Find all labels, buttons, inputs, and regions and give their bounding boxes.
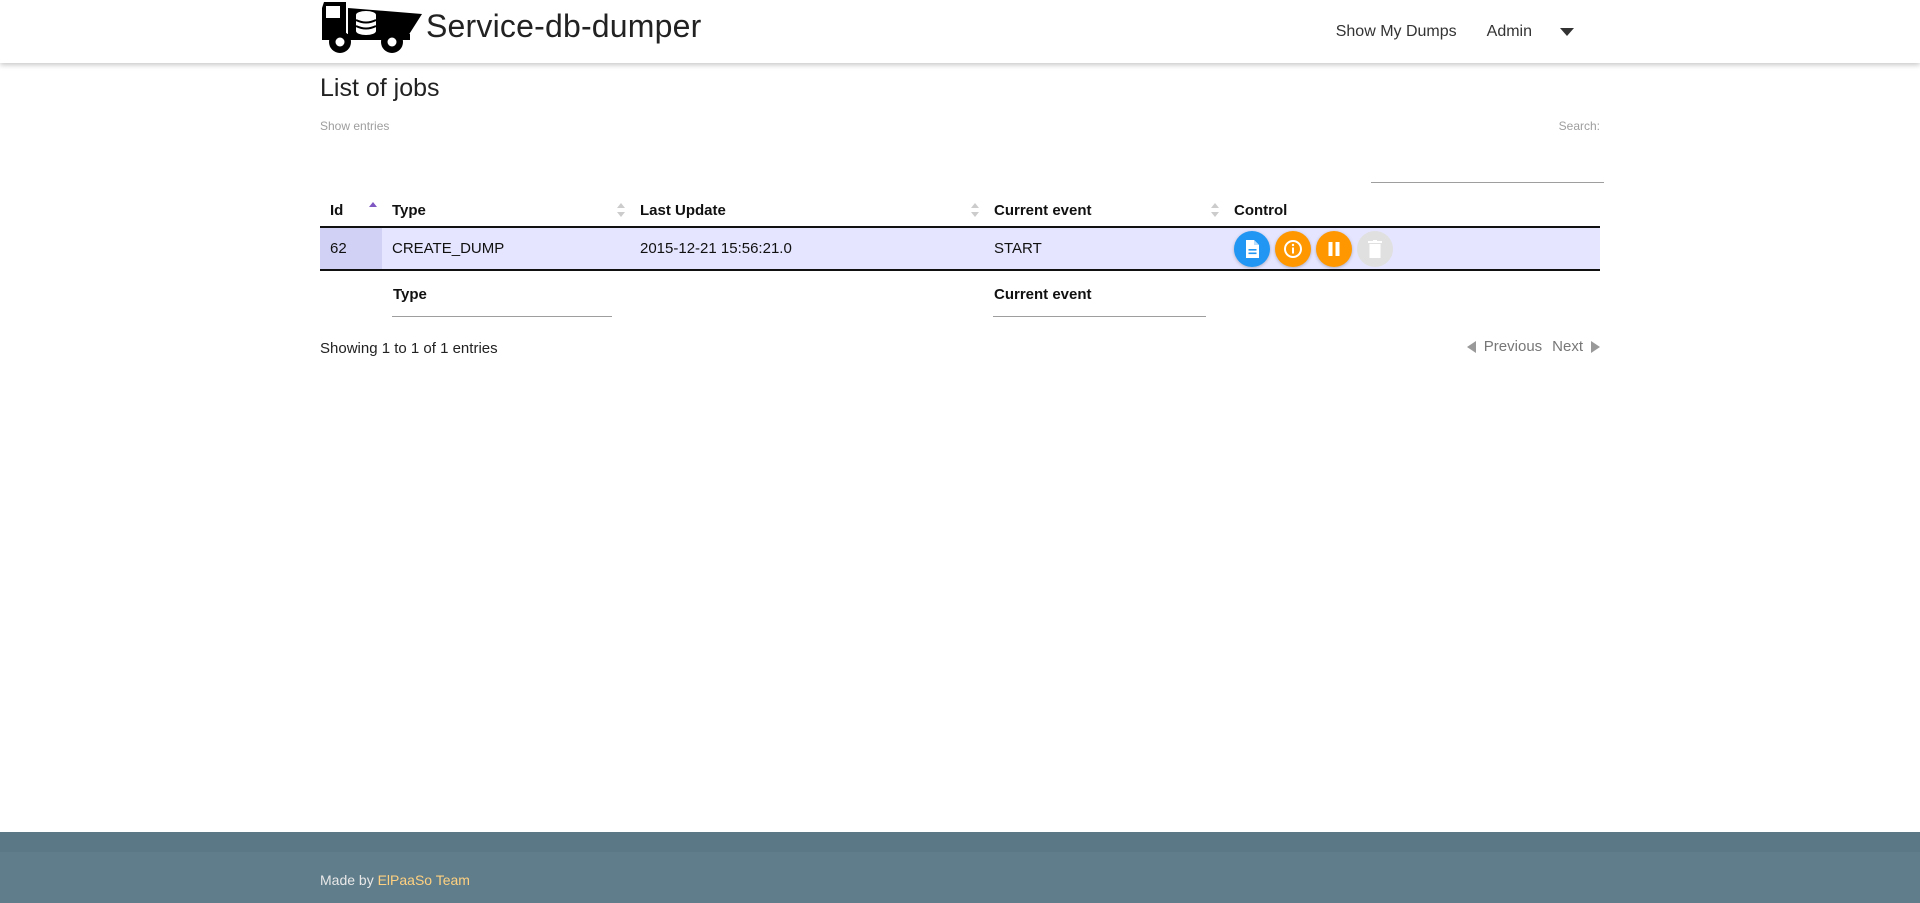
- search-input[interactable]: [1371, 150, 1604, 183]
- jobs-table: Id Type Last Update Current event Contro…: [320, 194, 1600, 271]
- column-label: Current event: [994, 201, 1092, 219]
- filter-current-event[interactable]: Current event: [993, 286, 1206, 317]
- column-label: Last Update: [640, 201, 726, 219]
- info-button[interactable]: [1275, 230, 1311, 267]
- previous-button[interactable]: Previous: [1466, 338, 1543, 355]
- jobs-table-wrapper: Id Type Last Update Current event Contro…: [320, 194, 1600, 271]
- footer: Made by ElPaaSo Team: [0, 832, 1920, 903]
- view-log-button[interactable]: [1234, 230, 1270, 267]
- footer-prefix: Made by: [320, 872, 378, 888]
- pagination: Previous Next: [1466, 338, 1600, 355]
- search-label: Search:: [1558, 119, 1600, 133]
- column-header-last-update[interactable]: Last Update: [630, 194, 984, 228]
- filter-underline: [993, 316, 1206, 317]
- column-filters: Type Current event: [320, 286, 1600, 322]
- sort-both-icon: [617, 203, 625, 217]
- cell-last-update: 2015-12-21 15:56:21.0: [630, 227, 984, 271]
- column-header-id[interactable]: Id: [320, 194, 382, 228]
- cell-current-event: START: [984, 227, 1224, 271]
- filter-underline: [392, 316, 612, 317]
- column-label: Id: [330, 201, 344, 219]
- filter-current-event-label: Current event: [994, 286, 1092, 303]
- sort-ascending-icon: [369, 202, 377, 216]
- nav-show-my-dumps[interactable]: Show My Dumps: [1336, 23, 1457, 41]
- show-entries-label: Show entries: [320, 119, 390, 133]
- cell-id: 62: [320, 227, 382, 271]
- pause-button[interactable]: [1316, 230, 1352, 267]
- cell-type: CREATE_DUMP: [382, 227, 630, 271]
- column-label: Type: [392, 201, 426, 219]
- next-label: Next: [1552, 338, 1583, 355]
- dump-truck-database-icon: [320, 0, 424, 56]
- column-header-type[interactable]: Type: [382, 194, 630, 228]
- filter-type-label: Type: [393, 286, 427, 303]
- cell-control: [1224, 227, 1600, 271]
- file-icon: [1246, 239, 1259, 258]
- info-icon: [1284, 239, 1302, 258]
- filter-type[interactable]: Type: [392, 286, 612, 317]
- control-buttons: [1234, 230, 1600, 267]
- page-title: List of jobs: [320, 74, 440, 102]
- nav-admin[interactable]: Admin: [1487, 23, 1532, 41]
- footer-credit: Made by ElPaaSo Team: [320, 872, 470, 888]
- table-row: 62 CREATE_DUMP 2015-12-21 15:56:21.0 STA…: [320, 227, 1600, 271]
- sort-both-icon: [971, 203, 979, 217]
- delete-icon: [1368, 239, 1382, 258]
- previous-label: Previous: [1483, 338, 1543, 355]
- table-header-row: Id Type Last Update Current event Contro…: [320, 194, 1600, 228]
- column-header-current-event[interactable]: Current event: [984, 194, 1224, 228]
- caret-down-icon[interactable]: [1560, 28, 1574, 36]
- arrow-right-icon: [1591, 340, 1600, 353]
- nav-menu: Show My Dumps Admin: [1336, 0, 1574, 64]
- delete-button[interactable]: [1357, 230, 1393, 267]
- sort-both-icon: [1211, 203, 1219, 217]
- next-button[interactable]: Next: [1552, 338, 1600, 355]
- footer-top-band: [0, 832, 1920, 852]
- pause-icon: [1328, 241, 1340, 256]
- column-header-control: Control: [1224, 194, 1600, 228]
- arrow-left-icon: [1466, 340, 1476, 353]
- table-info: Showing 1 to 1 of 1 entries: [320, 340, 498, 357]
- brand[interactable]: Service-db-dumper: [320, 0, 702, 56]
- app-title: Service-db-dumper: [426, 7, 702, 44]
- column-label: Control: [1234, 201, 1288, 219]
- top-navbar: Service-db-dumper Show My Dumps Admin: [0, 0, 1920, 63]
- team-link[interactable]: ElPaaSo Team: [378, 872, 470, 888]
